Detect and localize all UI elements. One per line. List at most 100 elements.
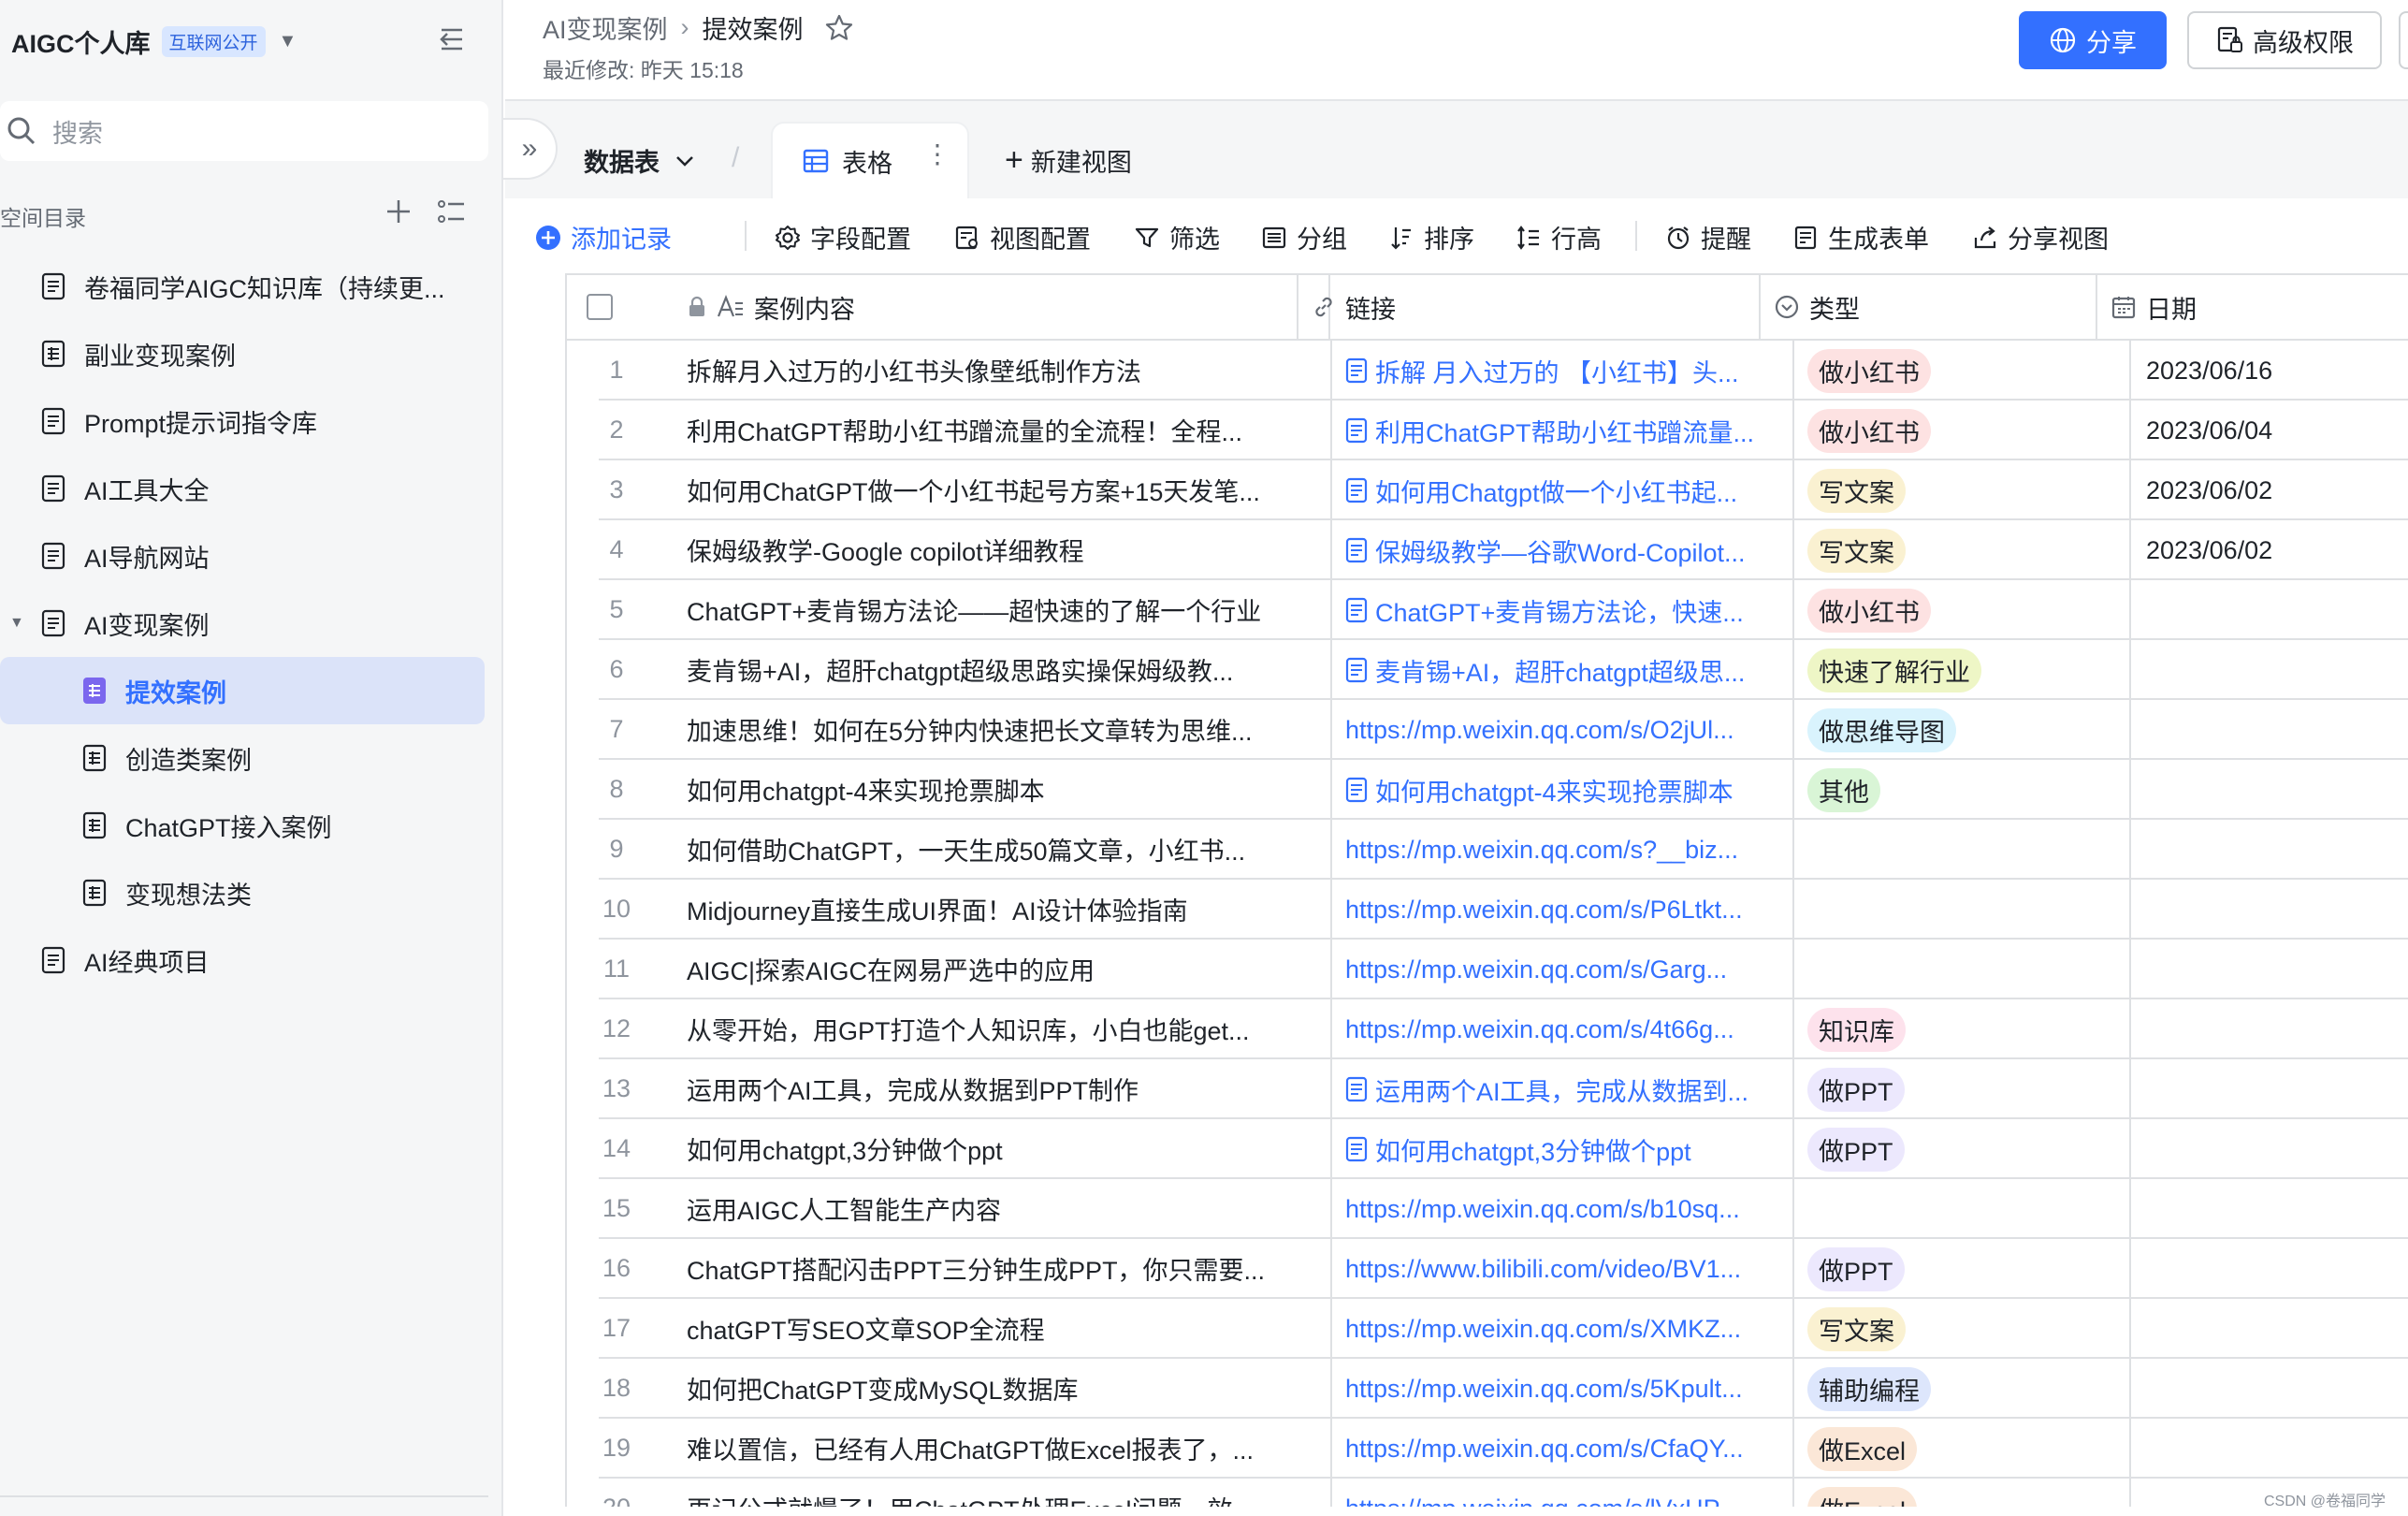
- cell-link[interactable]: 保姆级教学—谷歌Word-Copilot...: [1330, 520, 1789, 580]
- cell-link[interactable]: https://mp.weixin.qq.com/s/4t66g...: [1330, 999, 1789, 1059]
- cell-title[interactable]: 再记公式就慢了！用ChatGPT处理Excel问题，效...: [687, 1479, 1285, 1508]
- view-config-button[interactable]: 视图配置: [954, 219, 1091, 255]
- link-text[interactable]: https://mp.weixin.qq.com/s/O2jUl...: [1345, 716, 1734, 745]
- table-row[interactable]: 1 拆解月入过万的小红书头像壁纸制作方法 拆解 月入过万的 【小红书】头... 做小红…: [599, 341, 2408, 401]
- tree-item-active[interactable]: 提效案例: [0, 657, 485, 724]
- expand-arrow-icon[interactable]: ▼: [9, 615, 24, 632]
- cell-type[interactable]: 写文案: [1792, 520, 2127, 580]
- tree-item-expanded[interactable]: ▼ AI变现案例: [0, 590, 501, 657]
- cell-link[interactable]: https://mp.weixin.qq.com/s/Garg...: [1330, 940, 1789, 999]
- link-text[interactable]: https://mp.weixin.qq.com/s?__biz...: [1345, 836, 1738, 865]
- cell-date[interactable]: 2023/06/16: [2129, 341, 2408, 401]
- cell-date[interactable]: 2023/06/04: [2129, 401, 2408, 460]
- cell-type[interactable]: 辅助编程: [1792, 1359, 2127, 1419]
- cell-title[interactable]: 麦肯锡+AI，超肝chatgpt超级思路实操保姆级教...: [687, 640, 1285, 698]
- link-text[interactable]: https://mp.weixin.qq.com/s/b10sq...: [1345, 1195, 1740, 1224]
- link-text[interactable]: https://mp.weixin.qq.com/s/CfaQY...: [1345, 1435, 1744, 1464]
- table-row[interactable]: 10 Midjourney直接生成UI界面！AI设计体验指南 https://mp.…: [599, 880, 2408, 940]
- link-text[interactable]: https://mp.weixin.qq.com/s/5Kpult...: [1345, 1375, 1743, 1404]
- table-row[interactable]: 6 麦肯锡+AI，超肝chatgpt超级思路实操保姆级教... 麦肯锡+AI，超肝c…: [599, 640, 2408, 700]
- collapse-sidebar-icon[interactable]: [432, 21, 470, 58]
- cell-type[interactable]: 做Excel: [1792, 1419, 2127, 1479]
- link-text[interactable]: https://mp.weixin.qq.com/s/lVxHP...: [1345, 1494, 1738, 1508]
- tree-item[interactable]: AI工具大全: [0, 455, 501, 522]
- cell-type[interactable]: 做PPT: [1792, 1239, 2127, 1299]
- table-row[interactable]: 19 难以置信，已经有人用ChatGPT做Excel报表了，... https://…: [599, 1419, 2408, 1479]
- more-button[interactable]: [2399, 11, 2408, 69]
- tree-item[interactable]: Prompt提示词指令库: [0, 387, 501, 455]
- column-header-title[interactable]: 案例内容: [687, 275, 1330, 339]
- cell-date[interactable]: [2129, 999, 2408, 1059]
- share-view-button[interactable]: 分享视图: [1972, 219, 2109, 255]
- link-text[interactable]: ChatGPT+麦肯锡方法论，快速...: [1375, 592, 1744, 629]
- workspace-name[interactable]: AIGC个人库: [11, 23, 151, 60]
- cell-type[interactable]: 做PPT: [1792, 1119, 2127, 1179]
- cell-title[interactable]: 如何借助ChatGPT，一天生成50篇文章，小红书...: [687, 820, 1285, 878]
- cell-type[interactable]: [1792, 1179, 2127, 1239]
- cell-link[interactable]: 麦肯锡+AI，超肝chatgpt超级思...: [1330, 640, 1789, 700]
- table-row[interactable]: 17 chatGPT写SEO文章SOP全流程 https://mp.weixin.q…: [599, 1299, 2408, 1359]
- cell-link[interactable]: 利用ChatGPT帮助小红书蹭流量...: [1330, 401, 1789, 460]
- table-row[interactable]: 2 利用ChatGPT帮助小红书蹭流量的全流程！全程... 利用ChatGPT帮助小…: [599, 401, 2408, 460]
- link-text[interactable]: https://mp.weixin.qq.com/s/4t66g...: [1345, 1015, 1734, 1044]
- select-all-checkbox-cell[interactable]: [567, 275, 632, 339]
- more-vertical-icon[interactable]: ⋮: [924, 138, 950, 169]
- cell-type[interactable]: [1792, 940, 2127, 999]
- cell-date[interactable]: [2129, 1419, 2408, 1479]
- cell-date[interactable]: [2129, 1299, 2408, 1359]
- table-row[interactable]: 3 如何用ChatGPT做一个小红书起号方案+15天发笔... 如何用Chatgpt…: [599, 460, 2408, 520]
- cell-title[interactable]: 利用ChatGPT帮助小红书蹭流量的全流程！全程...: [687, 401, 1285, 459]
- table-row[interactable]: 16 ChatGPT搭配闪击PPT三分钟生成PPT，你只需要... https://…: [599, 1239, 2408, 1299]
- cell-link[interactable]: 运用两个AI工具，完成从数据到...: [1330, 1059, 1789, 1119]
- cell-title[interactable]: 运用AIGC人工智能生产内容: [687, 1179, 1285, 1237]
- cell-type[interactable]: 写文案: [1792, 1299, 2127, 1359]
- cell-type[interactable]: [1792, 820, 2127, 880]
- cell-title[interactable]: Midjourney直接生成UI界面！AI设计体验指南: [687, 880, 1285, 938]
- table-row[interactable]: 4 保姆级教学-Google copilot详细教程 保姆级教学—谷歌Word-Co…: [599, 520, 2408, 580]
- cell-title[interactable]: ChatGPT+麦肯锡方法论——超快速的了解一个行业: [687, 580, 1285, 638]
- new-view-button[interactable]: + 新建视图: [1005, 142, 1132, 179]
- link-text[interactable]: https://mp.weixin.qq.com/s/XMKZ...: [1345, 1315, 1741, 1344]
- link-text[interactable]: https://mp.weixin.qq.com/s/P6Ltkt...: [1345, 896, 1743, 925]
- cell-title[interactable]: 运用两个AI工具，完成从数据到PPT制作: [687, 1059, 1285, 1117]
- cell-date[interactable]: [2129, 1059, 2408, 1119]
- cell-title[interactable]: ChatGPT搭配闪击PPT三分钟生成PPT，你只需要...: [687, 1239, 1285, 1297]
- tree-item[interactable]: 卷福同学AIGC知识库（持续更...: [0, 253, 501, 320]
- cell-date[interactable]: [2129, 1239, 2408, 1299]
- cell-type[interactable]: 快速了解行业: [1792, 640, 2127, 700]
- cell-title[interactable]: 保姆级教学-Google copilot详细教程: [687, 520, 1285, 578]
- cell-link[interactable]: https://mp.weixin.qq.com/s/lVxHP...: [1330, 1479, 1789, 1507]
- cell-date[interactable]: [2129, 640, 2408, 700]
- cell-title[interactable]: 难以置信，已经有人用ChatGPT做Excel报表了，...: [687, 1419, 1285, 1477]
- cell-type[interactable]: [1792, 880, 2127, 940]
- cell-date[interactable]: [2129, 760, 2408, 820]
- cell-date[interactable]: [2129, 580, 2408, 640]
- column-header-date[interactable]: 日期: [2097, 275, 2408, 339]
- tree-item[interactable]: 变现想法类: [0, 859, 501, 926]
- cell-title[interactable]: 如何用chatgpt-4来实现抢票脚本: [687, 760, 1285, 818]
- tree-item[interactable]: ChatGPT接入案例: [0, 792, 501, 859]
- cell-link[interactable]: 如何用chatgpt,3分钟做个ppt: [1330, 1119, 1789, 1179]
- cell-date[interactable]: [2129, 940, 2408, 999]
- cell-link[interactable]: https://mp.weixin.qq.com/s/XMKZ...: [1330, 1299, 1789, 1359]
- cell-link[interactable]: https://mp.weixin.qq.com/s/P6Ltkt...: [1330, 880, 1789, 940]
- link-text[interactable]: 拆解 月入过万的 【小红书】头...: [1375, 353, 1739, 389]
- table-row[interactable]: 7 加速思维！如何在5分钟内快速把长文章转为思维... https://mp.wei…: [599, 700, 2408, 760]
- cell-title[interactable]: 加速思维！如何在5分钟内快速把长文章转为思维...: [687, 700, 1285, 758]
- sort-button[interactable]: 排序: [1388, 219, 1474, 255]
- table-row[interactable]: 20 再记公式就慢了！用ChatGPT处理Excel问题，效... https://…: [599, 1479, 2408, 1507]
- cell-title[interactable]: 拆解月入过万的小红书头像壁纸制作方法: [687, 341, 1285, 399]
- cell-date[interactable]: [2129, 1119, 2408, 1179]
- cell-title[interactable]: 如何把ChatGPT变成MySQL数据库: [687, 1359, 1285, 1417]
- cell-type[interactable]: 做Excel: [1792, 1479, 2127, 1507]
- link-text[interactable]: 麦肯锡+AI，超肝chatgpt超级思...: [1375, 652, 1745, 689]
- cell-link[interactable]: https://www.bilibili.com/video/BV1...: [1330, 1239, 1789, 1299]
- tree-item[interactable]: AI经典项目: [0, 926, 501, 994]
- column-header-type[interactable]: 类型: [1761, 275, 2097, 339]
- add-record-button[interactable]: 添加记录: [535, 219, 672, 255]
- workspace-header[interactable]: AIGC个人库 互联网公开 ▼: [11, 19, 297, 64]
- table-row[interactable]: 14 如何用chatgpt,3分钟做个ppt 如何用chatgpt,3分钟做个ppt…: [599, 1119, 2408, 1179]
- table-row[interactable]: 8 如何用chatgpt-4来实现抢票脚本 如何用chatgpt-4来实现抢票脚本 其…: [599, 760, 2408, 820]
- cell-type[interactable]: 写文案: [1792, 460, 2127, 520]
- cell-link[interactable]: 如何用chatgpt-4来实现抢票脚本: [1330, 760, 1789, 820]
